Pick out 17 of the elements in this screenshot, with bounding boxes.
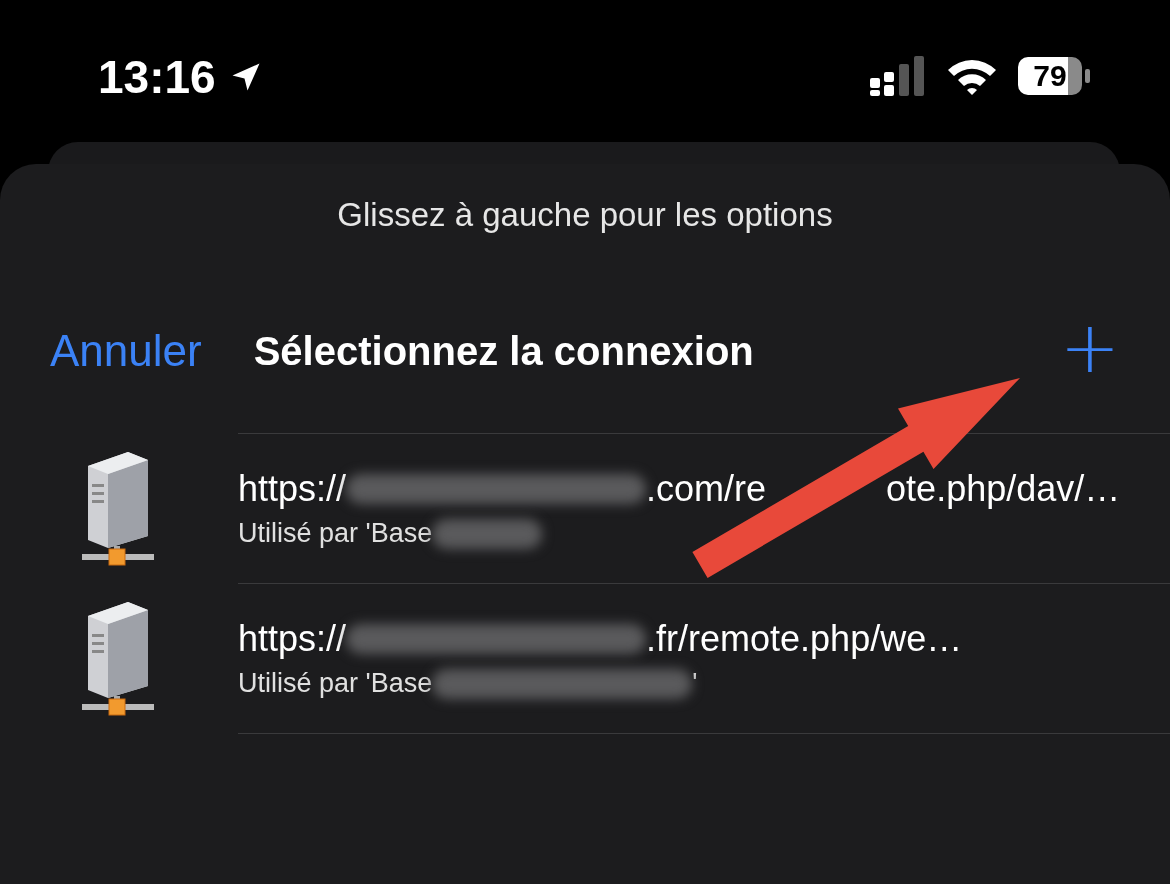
url-text: .fr/remote.php/we… (646, 618, 963, 660)
subtitle-text: ' (692, 668, 698, 699)
swipe-hint: Glissez à gauche pour les options (336, 195, 834, 234)
add-button[interactable]: + (1059, 311, 1120, 383)
clock-time: 13:16 (98, 50, 216, 104)
battery-indicator: 79 (1018, 57, 1082, 95)
url-text: ote.php/dav/… (886, 468, 1121, 510)
subtitle-text: Utilisé par 'Base (238, 668, 433, 699)
cancel-link[interactable]: Annuler (50, 326, 202, 376)
connection-row[interactable]: https:// .fr/remote.php/we… Utilisé par 'Base ' (0, 583, 1170, 733)
url-text: https:// (238, 468, 347, 510)
url-text: .com/re (646, 468, 767, 510)
url-text: https:// (238, 618, 347, 660)
sheet-title: Sélectionnez la connexion (253, 328, 755, 374)
subtitle-text: Utilisé par 'Base (238, 518, 433, 549)
battery-tip-icon (1085, 69, 1090, 83)
signal-icon (870, 56, 926, 96)
